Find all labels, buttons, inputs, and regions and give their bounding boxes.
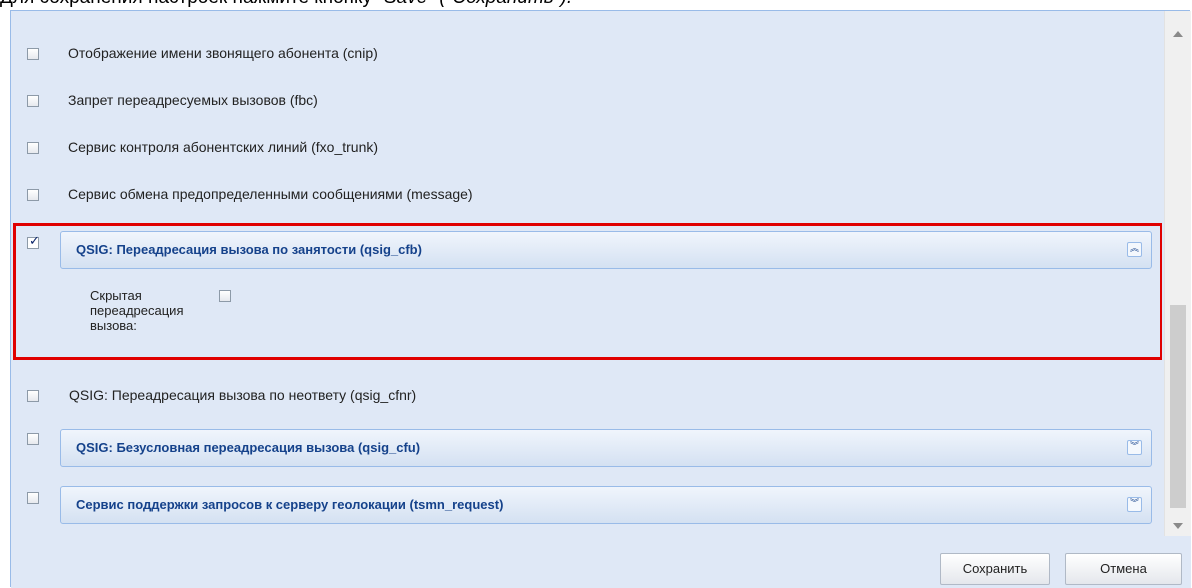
save-button[interactable]: Сохранить [940, 553, 1050, 585]
caption-save-ru: Сохранить [452, 0, 553, 8]
caption-suffix: "). [554, 0, 572, 8]
option-label-fbc: Запрет переадресуемых вызовов (fbc) [68, 92, 318, 108]
option-label-message: Сервис обмена предопределенными сообщени… [68, 186, 473, 202]
expand-icon[interactable]: ︾ [1127, 440, 1142, 455]
services-dialog: Отображение имени звонящего абонента (cn… [10, 10, 1191, 588]
checkbox-qsig-cfnr[interactable] [27, 390, 39, 402]
caption-save-en: "Save" [377, 0, 434, 8]
option-row-qsig-cfnr: QSIG: Переадресация вызова по неответу (… [11, 378, 1151, 408]
option-row-message: Сервис обмена предопределенными сообщени… [11, 177, 1151, 207]
option-row-cnip: Отображение имени звонящего абонента (cn… [11, 36, 1151, 66]
checkbox-message[interactable] [27, 189, 39, 201]
option-label-fxo-trunk: Сервис контроля абонентских линий (fxo_t… [68, 139, 379, 155]
option-row-fbc: Запрет переадресуемых вызовов (fbc) [11, 83, 1151, 113]
checkbox-fxo-trunk[interactable] [27, 142, 39, 154]
scroll-up-icon[interactable] [1173, 31, 1183, 37]
group-header-tsmn-request[interactable]: Сервис поддержки запросов к серверу геол… [60, 486, 1152, 524]
caption-prefix: Для сохранения настроек нажмите кнопку [0, 0, 377, 8]
caption-paren-open: (" [434, 0, 452, 8]
expand-icon[interactable]: ︾ [1127, 497, 1142, 512]
instruction-caption: Для сохранения настроек нажмите кнопку "… [0, 0, 1192, 8]
option-row-fxo-trunk: Сервис контроля абонентских линий (fxo_t… [11, 130, 1151, 160]
option-label-qsig-cfnr: QSIG: Переадресация вызова по неответу (… [69, 387, 417, 403]
checkbox-qsig-cfu[interactable] [27, 433, 39, 445]
group-title-qsig-cfu: QSIG: Безусловная переадресация вызова (… [76, 440, 421, 455]
checkbox-tsmn-request[interactable] [27, 492, 39, 504]
group-header-qsig-cfu[interactable]: QSIG: Безусловная переадресация вызова (… [60, 429, 1152, 467]
checkbox-fbc[interactable] [27, 95, 39, 107]
scroll-down-icon[interactable] [1173, 523, 1183, 529]
vertical-scrollbar[interactable] [1164, 11, 1191, 536]
services-panel: Отображение имени звонящего абонента (cn… [11, 11, 1162, 536]
group-title-tsmn-request: Сервис поддержки запросов к серверу геол… [76, 497, 504, 512]
highlight-frame [13, 223, 1162, 360]
option-label-cnip: Отображение имени звонящего абонента (cn… [68, 45, 378, 61]
scroll-thumb[interactable] [1170, 305, 1186, 508]
cancel-button[interactable]: Отмена [1065, 553, 1182, 585]
checkbox-cnip[interactable] [27, 48, 39, 60]
